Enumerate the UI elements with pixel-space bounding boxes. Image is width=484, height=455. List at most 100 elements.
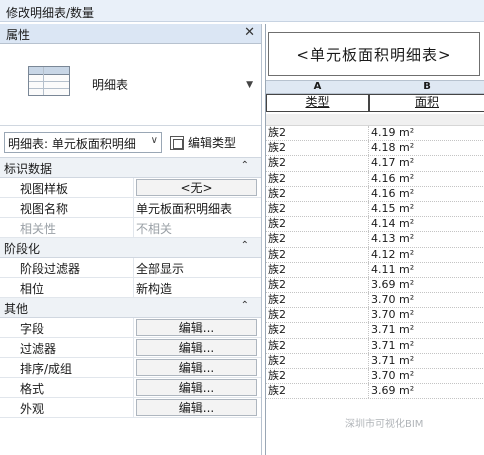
property-edit-button[interactable]: <无> <box>136 179 257 196</box>
cell-area[interactable]: 4.16 m² <box>369 187 484 201</box>
property-label: 相关性 <box>0 218 134 237</box>
table-row[interactable]: 族2 4.11 m² <box>266 262 484 278</box>
column-header-area[interactable]: 面积 <box>369 94 484 112</box>
cell-type[interactable]: 族2 <box>266 277 369 293</box>
cell-type[interactable]: 族2 <box>266 201 369 217</box>
collapse-icon[interactable]: ⌃ <box>241 160 249 171</box>
properties-header: 属性 ✕ <box>0 24 261 44</box>
property-row: 阶段过滤器 全部显示 <box>0 258 261 278</box>
cell-area[interactable]: 3.71 m² <box>369 354 484 368</box>
cell-type[interactable]: 族2 <box>266 293 369 308</box>
property-row: 字段 编辑... <box>0 318 261 338</box>
cell-area[interactable]: 3.69 m² <box>369 278 484 292</box>
table-row[interactable]: 族2 4.18 m² <box>266 141 484 157</box>
cell-area[interactable]: 4.15 m² <box>369 202 484 216</box>
property-edit-button[interactable]: 编辑... <box>136 399 257 416</box>
column-letter-bar: A B <box>266 80 484 94</box>
column-header-type[interactable]: 类型 <box>266 94 369 112</box>
table-row[interactable]: 族2 3.69 m² <box>266 384 484 400</box>
instance-selector[interactable]: 明细表: 单元板面积明细 ∨ <box>4 132 162 153</box>
property-group-header[interactable]: 其他 ⌃ <box>0 298 261 318</box>
cell-type[interactable]: 族2 <box>266 156 369 171</box>
table-row[interactable]: 族2 4.15 m² <box>266 201 484 218</box>
table-row[interactable]: 族2 4.19 m² <box>266 126 484 142</box>
table-row[interactable]: 族2 4.16 m² <box>266 186 484 202</box>
property-edit-button[interactable]: 编辑... <box>136 319 257 336</box>
cell-type[interactable]: 族2 <box>266 323 369 338</box>
cell-area[interactable]: 3.71 m² <box>369 339 484 353</box>
ribbon-context-title: 修改明细表/数量 <box>0 0 484 22</box>
property-row: 视图名称 单元板面积明细表 <box>0 198 261 218</box>
property-group-header[interactable]: 标识数据 ⌃ <box>0 158 261 178</box>
cell-type[interactable]: 族2 <box>266 217 369 232</box>
table-row[interactable]: 族2 4.14 m² <box>266 217 484 233</box>
cell-type[interactable]: 族2 <box>266 186 369 201</box>
cell-area[interactable]: 4.18 m² <box>369 141 484 155</box>
cell-type[interactable]: 族2 <box>266 353 369 368</box>
table-row[interactable]: 族2 3.70 m² <box>266 369 484 385</box>
table-row[interactable]: 族2 3.70 m² <box>266 293 484 309</box>
cell-type[interactable]: 族2 <box>266 141 369 156</box>
properties-grid: 标识数据 ⌃ 视图样板 <无> 视图名称 单元板面积明细表 相关性 不相关 阶段化 ⌃ 阶段过滤器全… <box>0 158 261 418</box>
table-row[interactable]: 族2 3.69 m² <box>266 277 484 294</box>
properties-title: 属性 <box>6 28 31 42</box>
column-letter-b[interactable]: B <box>369 81 484 93</box>
table-row[interactable]: 族2 3.70 m² <box>266 308 484 324</box>
table-row[interactable]: 族2 3.71 m² <box>266 338 484 354</box>
property-edit-button[interactable]: 编辑... <box>136 359 257 376</box>
property-value[interactable]: 全部显示 <box>134 258 261 277</box>
cell-area[interactable]: 3.70 m² <box>369 308 484 322</box>
cell-type[interactable]: 族2 <box>266 384 369 399</box>
table-row[interactable]: 族2 3.71 m² <box>266 323 484 339</box>
cell-area[interactable]: 4.14 m² <box>369 217 484 231</box>
table-row[interactable]: 族2 4.17 m² <box>266 156 484 172</box>
property-label: 阶段过滤器 <box>0 258 134 277</box>
cell-type[interactable]: 族2 <box>266 308 369 323</box>
cell-type[interactable]: 族2 <box>266 247 369 262</box>
cell-area[interactable]: 4.13 m² <box>369 232 484 246</box>
type-selector[interactable]: 明细表 ▼ <box>0 44 261 126</box>
property-group-title: 标识数据 <box>4 162 53 176</box>
property-label: 字段 <box>0 318 134 337</box>
cell-area[interactable]: 4.19 m² <box>369 126 484 140</box>
collapse-icon[interactable]: ⌃ <box>241 240 249 251</box>
cell-type[interactable]: 族2 <box>266 232 369 247</box>
cell-type[interactable]: 族2 <box>266 369 369 384</box>
property-group-header[interactable]: 阶段化 ⌃ <box>0 238 261 258</box>
cell-area[interactable]: 3.70 m² <box>369 369 484 383</box>
property-edit-button[interactable]: 编辑... <box>136 339 257 356</box>
table-row[interactable]: 族2 4.13 m² <box>266 232 484 248</box>
cell-area[interactable]: 3.70 m² <box>369 293 484 307</box>
edit-type-button[interactable]: 编辑类型 <box>168 132 238 153</box>
cell-type[interactable]: 族2 <box>266 171 369 186</box>
table-row[interactable]: 族2 3.71 m² <box>266 353 484 369</box>
dropdown-caret-icon[interactable]: ▼ <box>246 80 253 90</box>
type-name: 明细表 <box>92 78 129 92</box>
cell-area[interactable]: 4.17 m² <box>369 156 484 170</box>
collapse-icon[interactable]: ⌃ <box>241 300 249 311</box>
property-value[interactable]: 单元板面积明细表 <box>134 198 261 217</box>
property-label: 过滤器 <box>0 338 134 357</box>
property-label: 外观 <box>0 398 134 417</box>
cell-type[interactable]: 族2 <box>266 338 369 353</box>
property-group-title: 阶段化 <box>4 242 41 256</box>
property-value[interactable]: 新构造 <box>134 278 261 297</box>
property-label: 视图样板 <box>0 178 134 197</box>
cell-area[interactable]: 3.69 m² <box>369 384 484 398</box>
cell-area[interactable]: 4.16 m² <box>369 172 484 186</box>
property-edit-button[interactable]: 编辑... <box>136 379 257 396</box>
schedule-title[interactable]: <单元板面积明细表> <box>268 32 480 76</box>
cell-area[interactable]: 4.12 m² <box>369 248 484 262</box>
table-row[interactable]: 族2 4.16 m² <box>266 171 484 187</box>
property-row: 视图样板 <无> <box>0 178 261 198</box>
schedule-icon <box>28 66 70 96</box>
cell-area[interactable]: 4.11 m² <box>369 263 484 277</box>
close-icon[interactable]: ✕ <box>244 25 255 40</box>
column-letter-a[interactable]: A <box>266 81 369 93</box>
cell-area[interactable]: 3.71 m² <box>369 323 484 337</box>
table-row[interactable]: 族2 4.12 m² <box>266 247 484 263</box>
property-label: 排序/成组 <box>0 358 134 377</box>
cell-type[interactable]: 族2 <box>266 126 369 141</box>
schedule-body: 族2 4.19 m² 族2 4.18 m² 族2 4.17 m² 族2 4.16 m² 族2 4.… <box>266 126 484 400</box>
cell-type[interactable]: 族2 <box>266 262 369 277</box>
